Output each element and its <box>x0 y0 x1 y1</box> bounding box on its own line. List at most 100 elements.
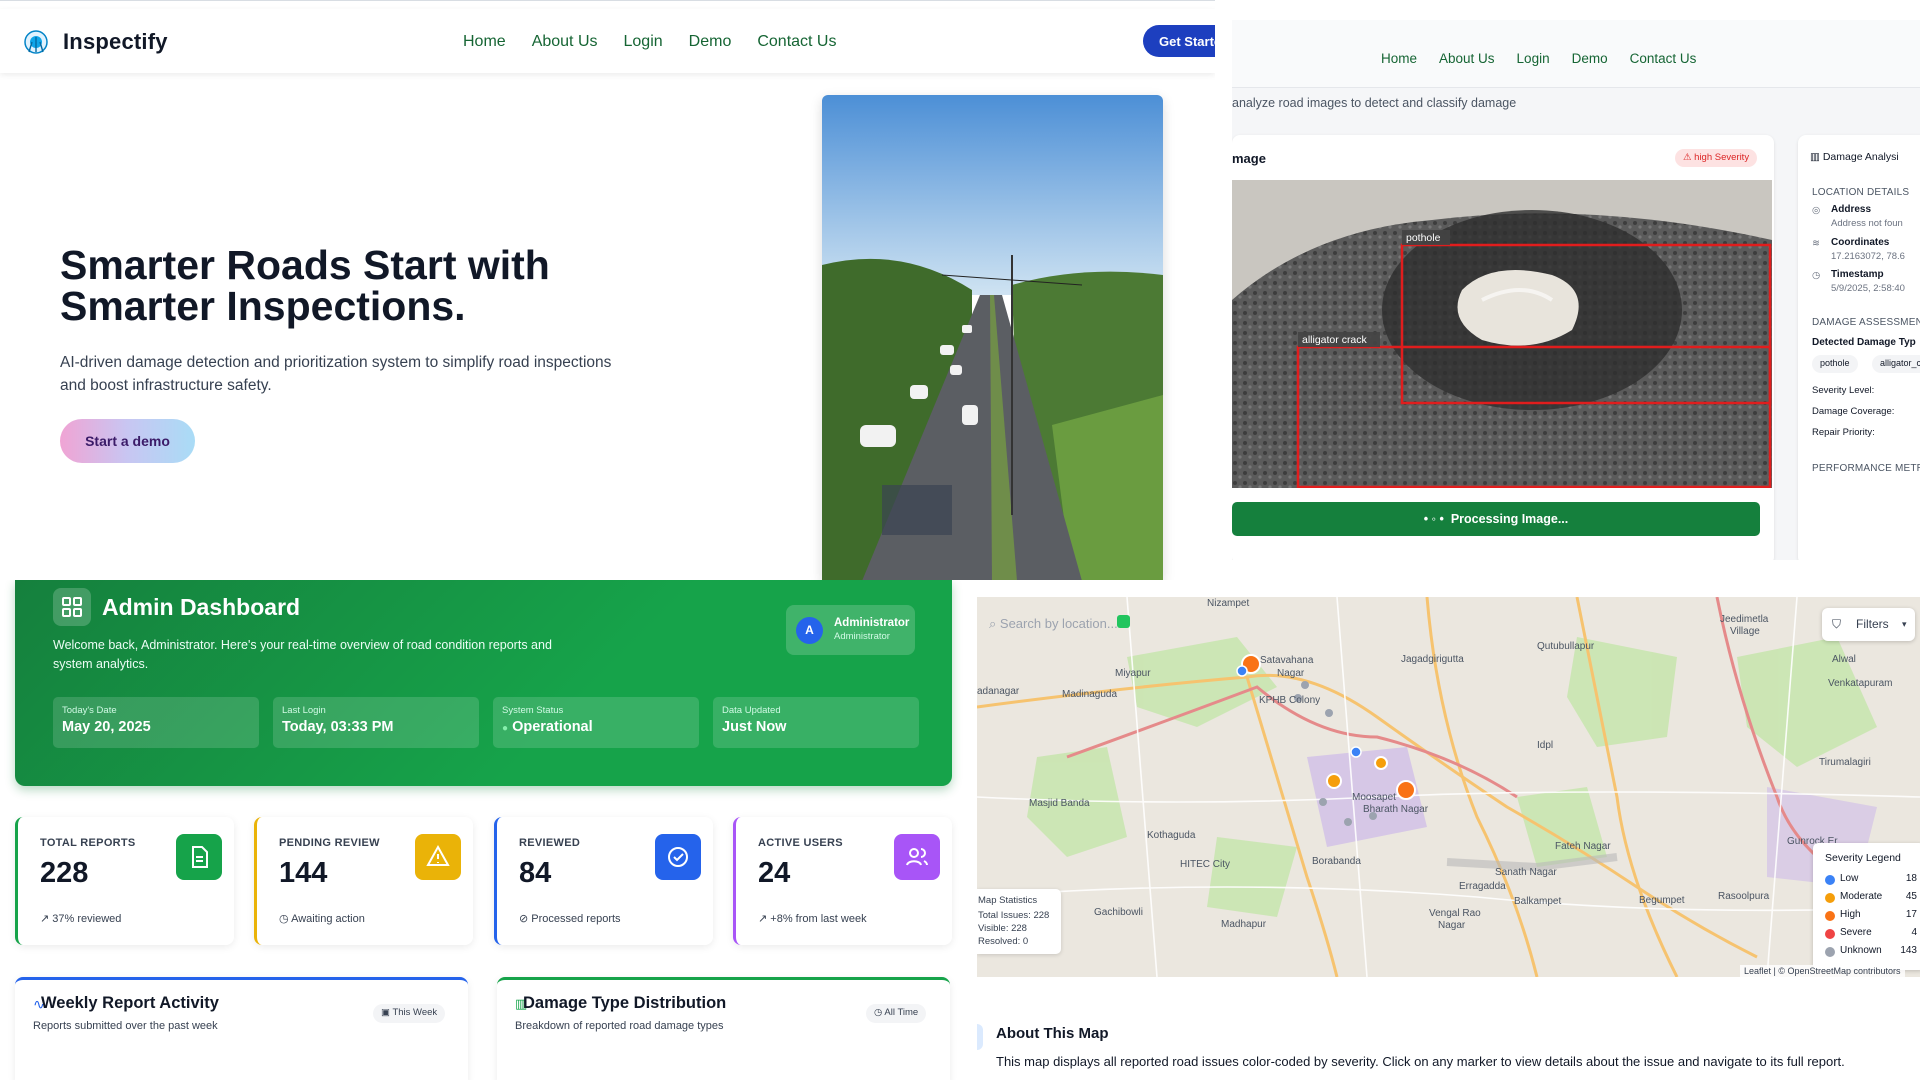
map-attribution[interactable]: Leaflet | © OpenStreetMap contributors <box>1740 965 1905 977</box>
svg-text:Erragadda: Erragadda <box>1459 881 1506 892</box>
analysis-nav-contact-us[interactable]: Contact Us <box>1630 51 1697 66</box>
analysis-nav-about-us[interactable]: About Us <box>1439 51 1495 66</box>
svg-text:Rasoolpura: Rasoolpura <box>1718 891 1770 902</box>
processing-image-button[interactable]: • ◦ • Processing Image... <box>1232 502 1760 536</box>
layers-icon: ≋ <box>1812 238 1820 249</box>
info-value: Just Now <box>722 719 787 735</box>
nav-contact-us[interactable]: Contact Us <box>757 33 836 51</box>
clock-icon: ◷ <box>279 913 289 925</box>
stat-total-reports[interactable]: TOTAL REPORTS 228 ↗ 37% reviewed <box>15 817 234 945</box>
analysis-nav-home[interactable]: Home <box>1381 51 1417 66</box>
analysis-nav-demo[interactable]: Demo <box>1572 51 1608 66</box>
stat-label: ACTIVE USERS <box>758 837 843 849</box>
legend-row-unknown: Unknown 143 <box>1825 944 1917 960</box>
damage-coverage-label: Damage Coverage: <box>1812 406 1895 417</box>
timestamp-value: 5/9/2025, 2:58:40 <box>1831 283 1905 294</box>
user-name: Administrator <box>834 617 910 629</box>
svg-text:Miyapur: Miyapur <box>1115 668 1151 679</box>
info-value: Today, 03:33 PM <box>282 719 394 735</box>
stat-label: REVIEWED <box>519 837 581 849</box>
map-statistics: Map Statistics Total Issues: 228 Visible… <box>977 889 1061 954</box>
svg-text:Gachibowli: Gachibowli <box>1094 907 1143 918</box>
nav-demo[interactable]: Demo <box>689 33 732 51</box>
nav-about-us[interactable]: About Us <box>532 33 598 51</box>
alligator-crack-label: alligator crack <box>1302 334 1368 346</box>
start-demo-button[interactable]: Start a demo <box>60 419 195 463</box>
svg-text:Sanath Nagar: Sanath Nagar <box>1495 867 1557 878</box>
nav-login[interactable]: Login <box>624 33 663 51</box>
check-icon: ⊘ <box>519 913 529 925</box>
legend-row-high: High 17 <box>1825 908 1917 924</box>
legend-row-severe: Severe 4 <box>1825 926 1917 942</box>
stat-value: 84 <box>519 857 552 889</box>
nav-home[interactable]: Home <box>463 33 506 51</box>
nav-links: Home About Us Login Demo Contact Us <box>463 33 836 51</box>
svg-text:Bharath Nagar: Bharath Nagar <box>1363 804 1429 815</box>
stat-label: PENDING REVIEW <box>279 837 380 849</box>
user-profile[interactable]: A Administrator Administrator <box>786 605 915 655</box>
map-view[interactable]: Nizampet Jeedimetla Village Satavahana Nag… <box>977 597 1920 977</box>
warning-icon <box>415 834 461 880</box>
chip-pothole: pothole <box>1812 355 1858 373</box>
svg-text:Nagar: Nagar <box>1277 668 1305 679</box>
filters-button[interactable]: ⛉ Filters ▾ <box>1822 608 1915 641</box>
chip-alligator: alligator_c <box>1872 355 1920 373</box>
damage-assessment-header: DAMAGE ASSESSMEN <box>1812 317 1920 328</box>
detected-damage-label: Detected Damage Typ <box>1812 337 1916 348</box>
stat-footer: ↗ 37% reviewed <box>40 913 122 925</box>
filter-icon: ⛉ <box>1832 617 1842 631</box>
about-map-text: This map displays all reported road issu… <box>996 1054 1845 1069</box>
all-time-badge[interactable]: ◷ All Time <box>866 1004 927 1023</box>
damage-distribution-subtitle: Breakdown of reported road damage types <box>515 1020 724 1032</box>
calendar-icon: ▣ <box>381 1007 390 1018</box>
repair-priority-label: Repair Priority: <box>1812 427 1875 438</box>
check-circle-icon <box>655 834 701 880</box>
analysis-navbar: Home About Us Login Demo Contact Us <box>1232 20 1920 88</box>
bar-chart-icon: ▥ <box>1810 151 1820 163</box>
dashboard-grid-icon <box>53 588 91 626</box>
stat-pending-review[interactable]: PENDING REVIEW 144 ◷ Awaiting action <box>254 817 473 945</box>
dashboard-header: Admin Dashboard Welcome back, Administra… <box>15 580 952 786</box>
brand-name[interactable]: Inspectify <box>63 29 168 55</box>
hero-subtitle: AI-driven damage detection and prioritiz… <box>60 354 612 394</box>
about-map-title: About This Map <box>996 1025 1109 1042</box>
svg-text:Jagadgirigutta: Jagadgirigutta <box>1401 654 1464 665</box>
loading-dots-icon: • ◦ • <box>1423 512 1444 526</box>
analysis-nav-login[interactable]: Login <box>1517 51 1550 66</box>
info-value: May 20, 2025 <box>62 719 151 735</box>
trending-up-icon: ↗ <box>40 913 50 925</box>
chevron-down-icon: ▾ <box>1902 619 1907 629</box>
address-value: Address not foun <box>1831 218 1903 229</box>
info-last-login: Last Login Today, 03:33 PM <box>273 697 479 748</box>
hero-title: Smarter Roads Start with Smarter Inspect… <box>60 242 550 329</box>
svg-text:Satavahana: Satavahana <box>1260 655 1314 666</box>
dashboard-welcome: Welcome back, Administrator. Here's your… <box>53 638 552 671</box>
status-dot-icon: ● <box>502 723 509 734</box>
svg-text:Idpl: Idpl <box>1537 740 1553 751</box>
legend-title: Severity Legend <box>1825 852 1901 864</box>
pothole-image: pothole alligator crack <box>1232 180 1772 488</box>
clock-icon: ◷ <box>874 1007 883 1018</box>
svg-text:Nizampet: Nizampet <box>1207 598 1249 609</box>
svg-text:Balkampet: Balkampet <box>1514 896 1561 907</box>
get-started-button[interactable]: Get Started <box>1143 25 1215 57</box>
stat-footer: ◷ Awaiting action <box>279 913 365 925</box>
svg-text:Jeedimetla: Jeedimetla <box>1720 614 1769 625</box>
stat-reviewed[interactable]: REVIEWED 84 ⊘ Processed reports <box>494 817 713 945</box>
landing-page-panel: Inspectify Home About Us Login Demo Cont… <box>0 0 1215 580</box>
map-panel: Nizampet Jeedimetla Village Satavahana Nag… <box>977 592 1920 1080</box>
stat-active-users[interactable]: ACTIVE USERS 24 ↗ +8% from last week <box>733 817 952 945</box>
address-label: Address <box>1831 204 1872 215</box>
this-week-badge[interactable]: ▣ This Week <box>373 1004 446 1023</box>
analysis-subtitle: analyze road images to detect and classi… <box>1232 96 1517 110</box>
map-stats-visible: Visible: 228 <box>978 923 1027 934</box>
info-label: Today's Date <box>62 705 117 716</box>
legend-row-moderate: Moderate 45 <box>1825 890 1917 906</box>
image-card-title: mage <box>1232 151 1266 166</box>
clock-icon: ◷ <box>1812 270 1821 281</box>
svg-text:Qutubullapur: Qutubullapur <box>1537 641 1595 652</box>
location-search-input[interactable]: ⌕ Search by location... <box>989 616 1118 632</box>
stat-footer: ⊘ Processed reports <box>519 913 621 925</box>
severity-badge: ⚠ high Severity <box>1675 149 1758 167</box>
legend-row-low: Low 18 <box>1825 872 1917 888</box>
